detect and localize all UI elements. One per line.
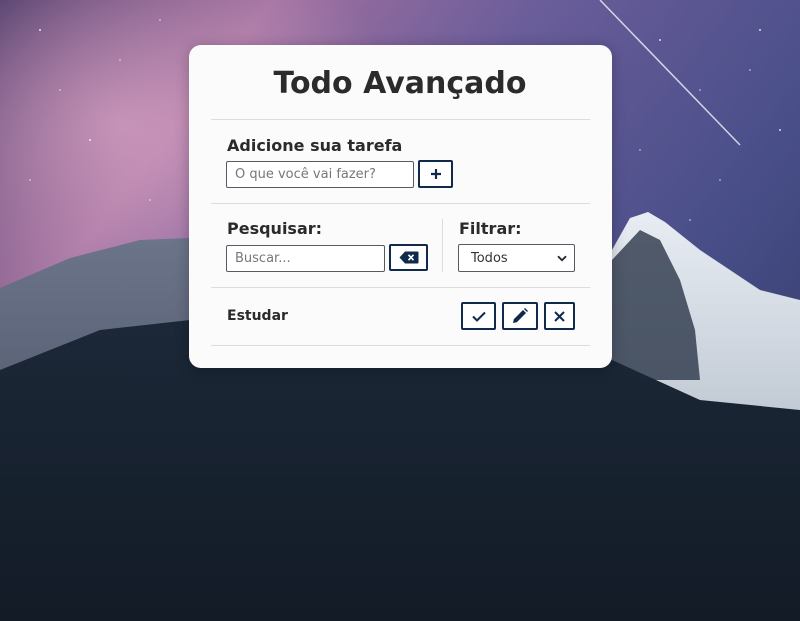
divider [211,345,590,346]
search-input[interactable] [226,245,385,272]
page-title: Todo Avançado [273,66,527,101]
filter-selected-value: Todos [471,250,508,266]
vertical-divider [442,219,443,272]
filter-select[interactable]: Todos [458,244,575,272]
search-label: Pesquisar: [227,219,323,238]
add-task-input[interactable] [226,161,414,188]
todo-item-title: Estudar [227,308,288,324]
add-task-button[interactable] [418,160,453,188]
delete-todo-button[interactable] [544,302,575,330]
add-task-label: Adicione sua tarefa [227,136,403,155]
chevron-down-icon [557,255,567,261]
edit-todo-button[interactable] [502,302,538,330]
clear-search-button[interactable] [389,244,428,271]
close-icon [554,310,565,322]
backspace-icon [399,251,418,264]
divider [211,287,590,288]
check-icon [471,311,486,322]
filter-label: Filtrar: [459,219,522,238]
divider [211,203,590,204]
pencil-icon [513,308,528,323]
plus-icon [430,169,441,179]
complete-todo-button[interactable] [461,302,496,330]
divider [211,119,590,120]
